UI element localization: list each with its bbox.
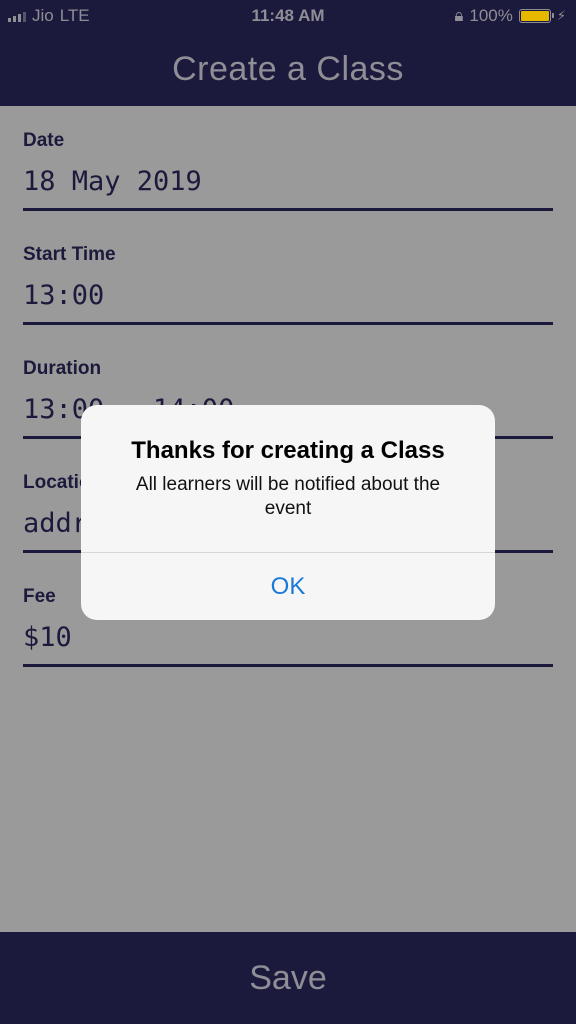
battery-icon (518, 9, 554, 23)
date-field[interactable]: Date 18 May 2019 (23, 106, 553, 211)
rotation-lock-icon: 🔒︎ (454, 6, 464, 25)
duration-label: Duration (23, 358, 102, 379)
date-value[interactable]: 18 May 2019 (23, 166, 202, 197)
page-title: Create a Class (172, 50, 404, 88)
fee-label: Fee (23, 586, 56, 607)
date-underline (23, 208, 553, 211)
status-right: 🔒︎ 100% ⚡︎ (454, 6, 566, 26)
save-button[interactable]: Save (0, 932, 576, 1024)
status-bar: Jio LTE 11:48 AM 🔒︎ 100% ⚡︎ (0, 0, 576, 32)
charging-icon: ⚡︎ (556, 8, 566, 23)
start-time-field[interactable]: Start Time 13:00 (23, 220, 553, 325)
fee-underline (23, 664, 553, 667)
start-time-underline (23, 322, 553, 325)
nav-bar: Create a Class (0, 32, 576, 106)
alert-ok-button[interactable]: OK (81, 553, 495, 620)
fee-value[interactable]: $10 (23, 622, 72, 653)
alert-title: Thanks for creating a Class (131, 437, 445, 464)
alert-message: All learners will be notified about the … (135, 474, 441, 519)
save-bar: Save (0, 932, 576, 1024)
battery-percent: 100% (469, 6, 513, 25)
battery-fill (520, 11, 549, 21)
alert-dialog: Thanks for creating a Class All learners… (81, 405, 495, 620)
start-time-value[interactable]: 13:00 (23, 280, 104, 311)
date-label: Date (23, 130, 65, 151)
start-time-label: Start Time (23, 244, 116, 265)
